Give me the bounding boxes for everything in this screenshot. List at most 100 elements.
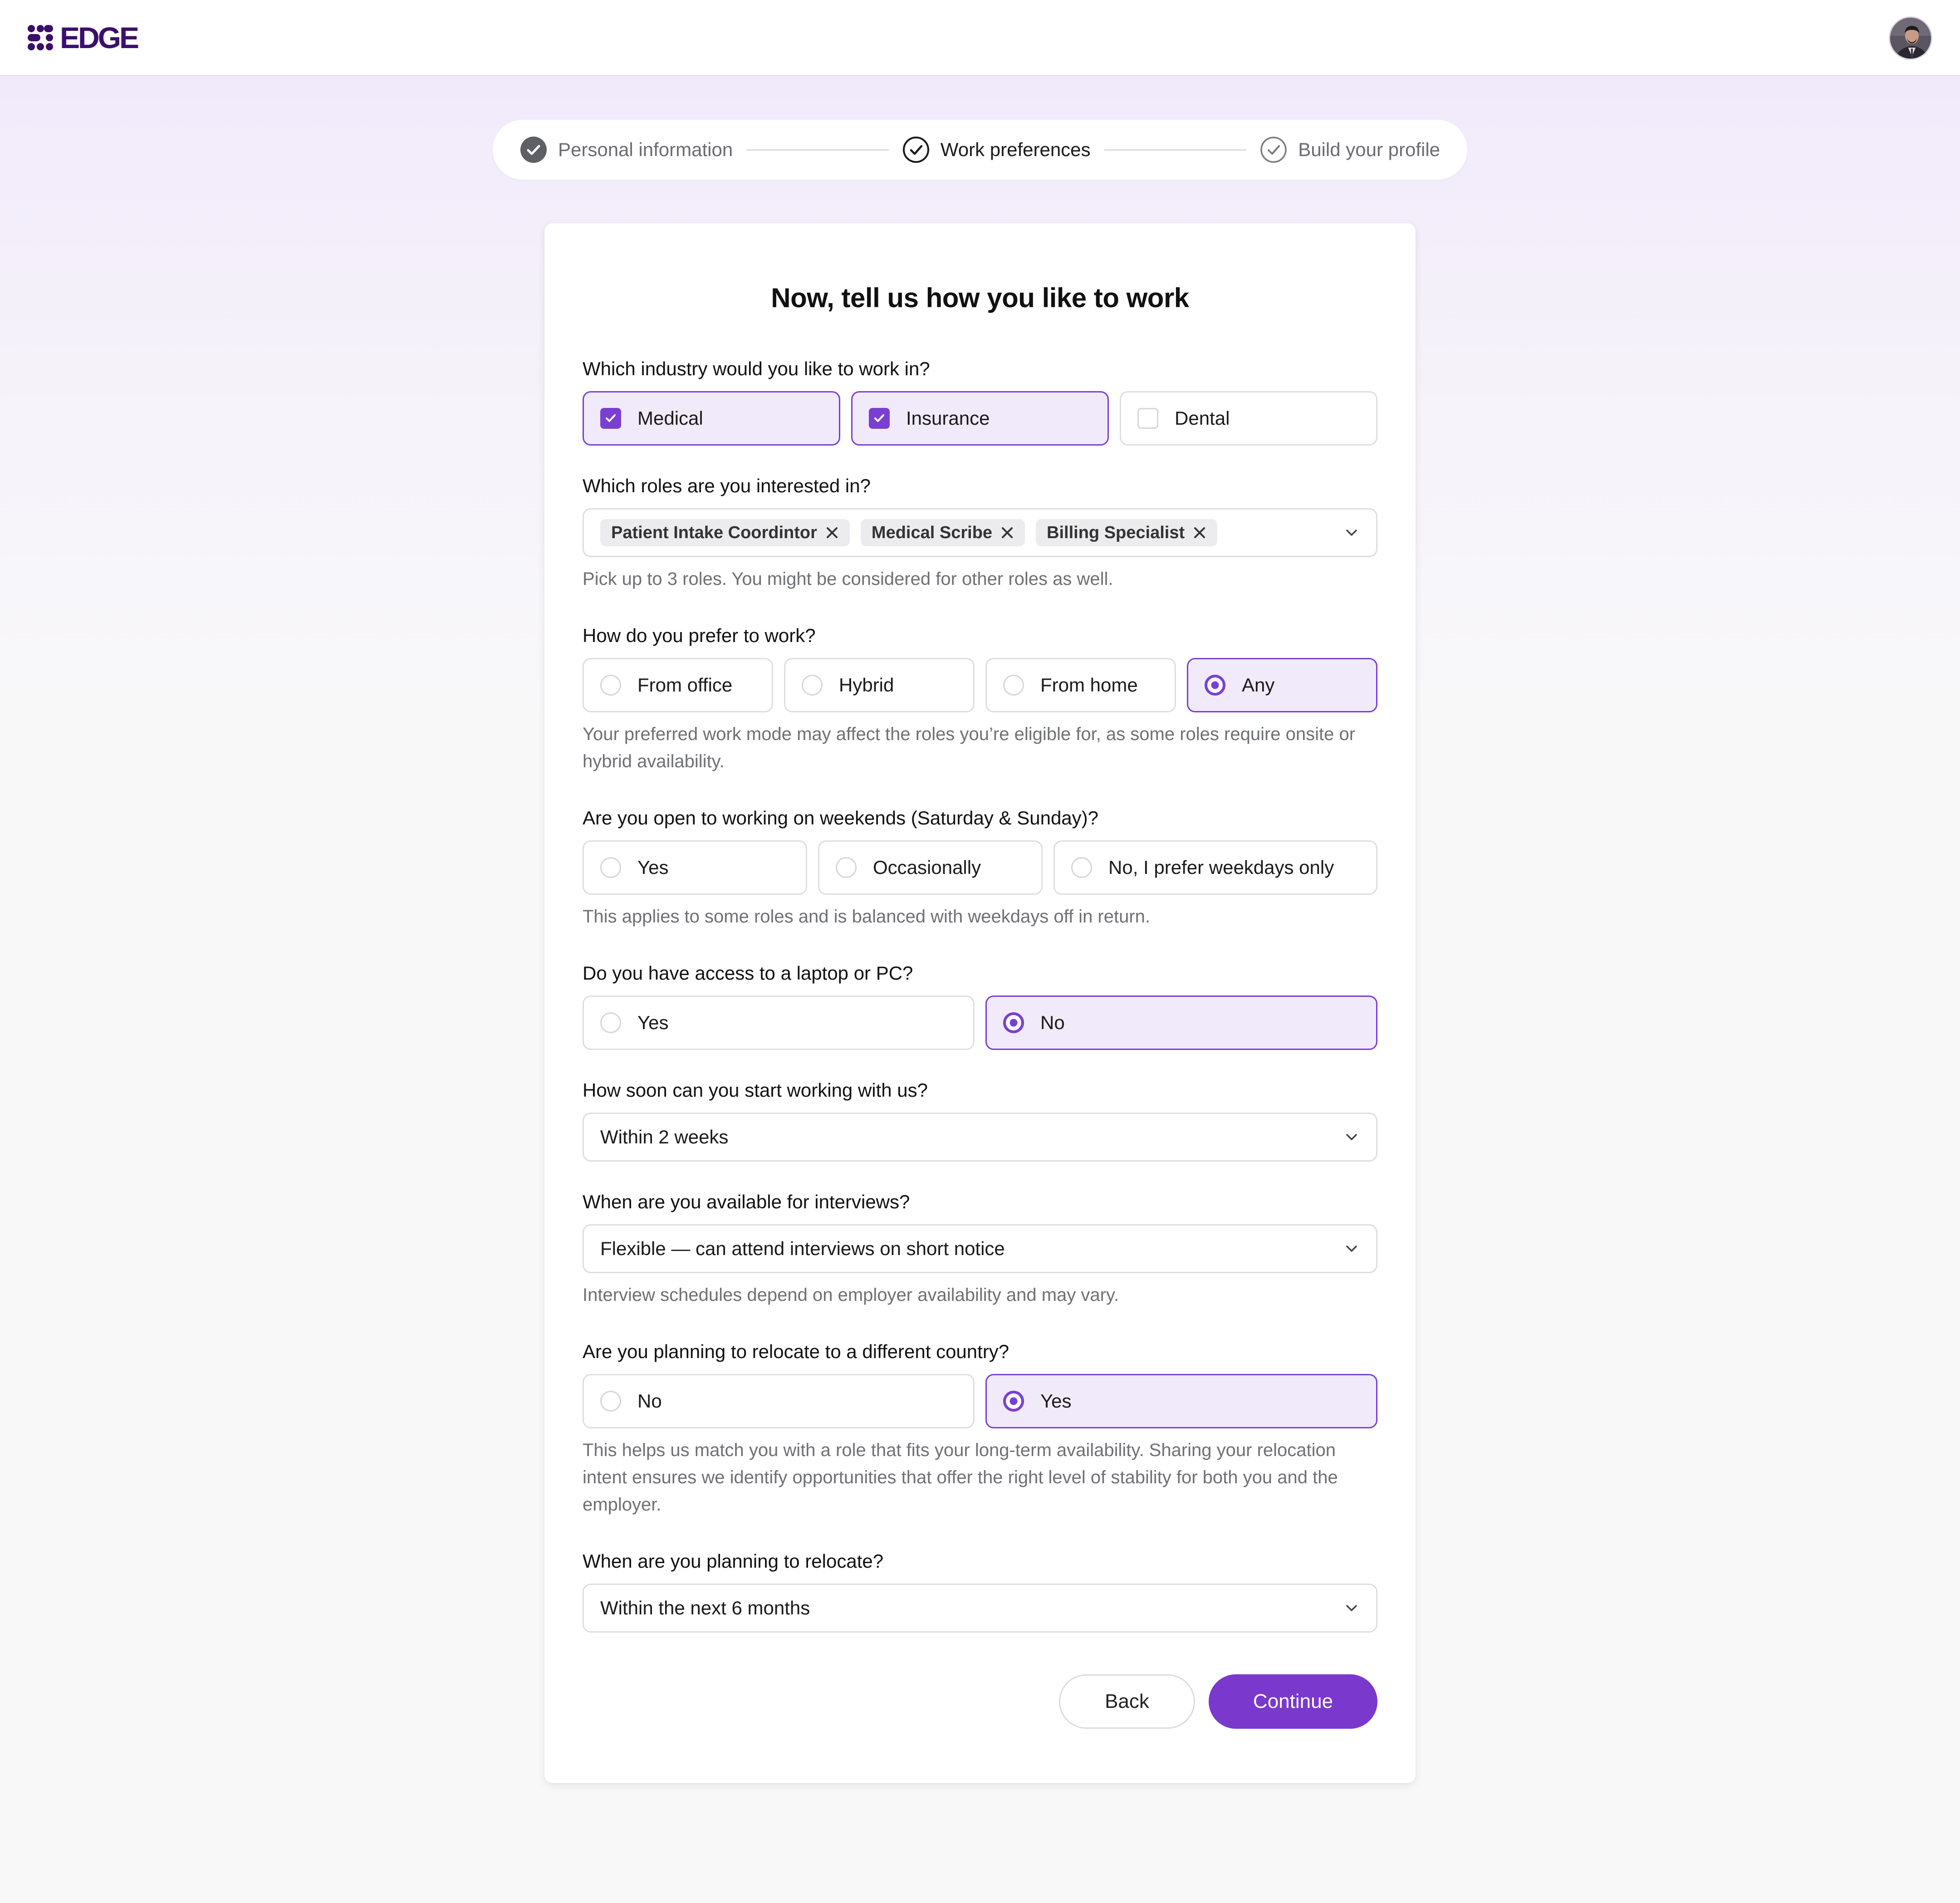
relocate-options: No Yes bbox=[583, 1374, 1377, 1428]
radio-icon[interactable] bbox=[600, 1012, 621, 1033]
interviews-question: When are you available for interviews? F… bbox=[583, 1191, 1377, 1309]
radio-selected-icon[interactable] bbox=[1003, 1391, 1024, 1412]
step-label: Work preferences bbox=[940, 139, 1091, 160]
work-mode-options: From office Hybrid From home Any bbox=[583, 658, 1377, 712]
weekends-option-no[interactable]: No, I prefer weekdays only bbox=[1054, 840, 1377, 895]
industry-option-medical[interactable]: Medical bbox=[583, 391, 840, 446]
option-label: Occasionally bbox=[873, 857, 981, 878]
continue-button[interactable]: Continue bbox=[1209, 1674, 1377, 1729]
relocate-option-no[interactable]: No bbox=[583, 1374, 975, 1428]
progress-stepper: Personal information Work preferences Bu… bbox=[493, 120, 1467, 180]
weekends-options: Yes Occasionally No, I prefer weekdays o… bbox=[583, 840, 1377, 895]
roles-multiselect[interactable]: Patient Intake Coordintor Medical Scribe… bbox=[583, 508, 1377, 557]
step-work-preferences[interactable]: Work preferences bbox=[902, 136, 1091, 163]
logo-mark-icon bbox=[28, 25, 53, 50]
relocate-option-yes[interactable]: Yes bbox=[985, 1374, 1377, 1428]
relocate-hint: This helps us match you with a role that… bbox=[583, 1440, 1338, 1515]
chip-label: Medical Scribe bbox=[871, 523, 993, 542]
laptop-option-no[interactable]: No bbox=[985, 996, 1377, 1050]
option-label: Yes bbox=[637, 857, 669, 878]
close-icon[interactable] bbox=[1000, 526, 1014, 540]
page-title: Now, tell us how you like to work bbox=[771, 283, 1189, 313]
radio-icon[interactable] bbox=[1071, 857, 1092, 878]
top-bar: EDGE bbox=[0, 0, 1960, 76]
question-label: When are you planning to relocate? bbox=[583, 1550, 884, 1572]
start-select[interactable]: Within 2 weeks bbox=[583, 1113, 1377, 1162]
chevron-down-icon[interactable] bbox=[1343, 1600, 1360, 1616]
radio-icon[interactable] bbox=[600, 675, 621, 696]
option-label: From home bbox=[1040, 674, 1138, 696]
option-label: Hybrid bbox=[839, 674, 894, 696]
radio-icon[interactable] bbox=[836, 857, 857, 878]
question-label: When are you available for interviews? bbox=[583, 1191, 910, 1212]
step-build-your-profile[interactable]: Build your profile bbox=[1260, 136, 1440, 163]
brand-name: EDGE bbox=[60, 21, 139, 54]
option-label: Insurance bbox=[906, 407, 990, 429]
chip-label: Billing Specialist bbox=[1047, 523, 1185, 542]
user-photo-icon bbox=[1890, 18, 1931, 59]
work-mode-option-home[interactable]: From home bbox=[985, 658, 1176, 712]
checkbox-icon[interactable] bbox=[1137, 408, 1158, 429]
chevron-down-icon[interactable] bbox=[1343, 1241, 1360, 1257]
chevron-down-icon[interactable] bbox=[1343, 525, 1360, 541]
option-label: No bbox=[637, 1390, 662, 1412]
option-label: Dental bbox=[1175, 407, 1230, 429]
select-value: Within 2 weeks bbox=[600, 1126, 729, 1148]
work-mode-option-office[interactable]: From office bbox=[583, 658, 773, 712]
check-circle-outline-icon bbox=[1260, 137, 1287, 163]
weekends-hint: This applies to some roles and is balanc… bbox=[583, 907, 1151, 927]
relocate-when-select[interactable]: Within the next 6 months bbox=[583, 1584, 1377, 1633]
role-chip: Billing Specialist bbox=[1036, 519, 1218, 546]
option-label: Yes bbox=[1040, 1390, 1072, 1412]
select-value: Within the next 6 months bbox=[600, 1597, 810, 1619]
radio-selected-icon[interactable] bbox=[1003, 1012, 1024, 1033]
weekends-option-occasionally[interactable]: Occasionally bbox=[818, 840, 1043, 895]
checkbox-checked-icon[interactable] bbox=[600, 408, 621, 429]
question-label: Are you planning to relocate to a differ… bbox=[583, 1341, 1009, 1362]
step-personal-information[interactable]: Personal information bbox=[520, 136, 733, 163]
radio-icon[interactable] bbox=[600, 857, 621, 878]
weekends-option-yes[interactable]: Yes bbox=[583, 840, 807, 895]
step-connector bbox=[1104, 149, 1247, 151]
avatar[interactable] bbox=[1889, 16, 1932, 60]
radio-selected-icon[interactable] bbox=[1205, 675, 1225, 696]
step-label: Personal information bbox=[558, 139, 733, 160]
chevron-down-icon[interactable] bbox=[1343, 1129, 1360, 1145]
work-mode-option-any[interactable]: Any bbox=[1187, 658, 1377, 712]
check-circle-icon bbox=[902, 137, 929, 163]
question-label: Which roles are you interested in? bbox=[583, 475, 871, 496]
back-button[interactable]: Back bbox=[1059, 1674, 1195, 1729]
option-label: Any bbox=[1242, 674, 1275, 696]
edge-logo[interactable]: EDGE bbox=[27, 21, 139, 54]
industry-option-insurance[interactable]: Insurance bbox=[851, 391, 1109, 446]
check-filled-icon bbox=[520, 137, 547, 163]
close-icon[interactable] bbox=[825, 526, 839, 540]
industry-question: Which industry would you like to work in… bbox=[583, 358, 1377, 446]
relocate-when-question: When are you planning to relocate? Withi… bbox=[583, 1550, 1377, 1633]
step-connector bbox=[746, 149, 889, 151]
radio-icon[interactable] bbox=[802, 675, 823, 696]
select-value: Flexible — can attend interviews on shor… bbox=[600, 1238, 1005, 1259]
question-label: Are you open to working on weekends (Sat… bbox=[583, 807, 1099, 829]
interviews-select[interactable]: Flexible — can attend interviews on shor… bbox=[583, 1224, 1377, 1273]
question-label: Which industry would you like to work in… bbox=[583, 358, 930, 379]
option-label: No, I prefer weekdays only bbox=[1108, 857, 1334, 878]
option-label: Yes bbox=[637, 1012, 669, 1033]
question-label: Do you have access to a laptop or PC? bbox=[583, 962, 913, 984]
radio-icon[interactable] bbox=[1003, 675, 1024, 696]
chip-label: Patient Intake Coordintor bbox=[611, 523, 817, 542]
close-icon[interactable] bbox=[1193, 526, 1206, 540]
checkbox-checked-icon[interactable] bbox=[869, 408, 890, 429]
industry-options: Medical Insurance Dental bbox=[583, 391, 1377, 446]
interviews-hint: Interview schedules depend on employer a… bbox=[583, 1285, 1119, 1305]
role-chip: Medical Scribe bbox=[860, 519, 1025, 546]
work-mode-option-hybrid[interactable]: Hybrid bbox=[784, 658, 975, 712]
radio-icon[interactable] bbox=[600, 1391, 621, 1412]
relocate-question: Are you planning to relocate to a differ… bbox=[583, 1340, 1377, 1518]
option-label: No bbox=[1040, 1012, 1065, 1033]
laptop-option-yes[interactable]: Yes bbox=[583, 996, 975, 1050]
role-chip: Patient Intake Coordintor bbox=[600, 519, 850, 546]
industry-option-dental[interactable]: Dental bbox=[1120, 391, 1377, 446]
laptop-options: Yes No bbox=[583, 996, 1377, 1050]
work-mode-question: How do you prefer to work? From office H… bbox=[583, 624, 1377, 775]
